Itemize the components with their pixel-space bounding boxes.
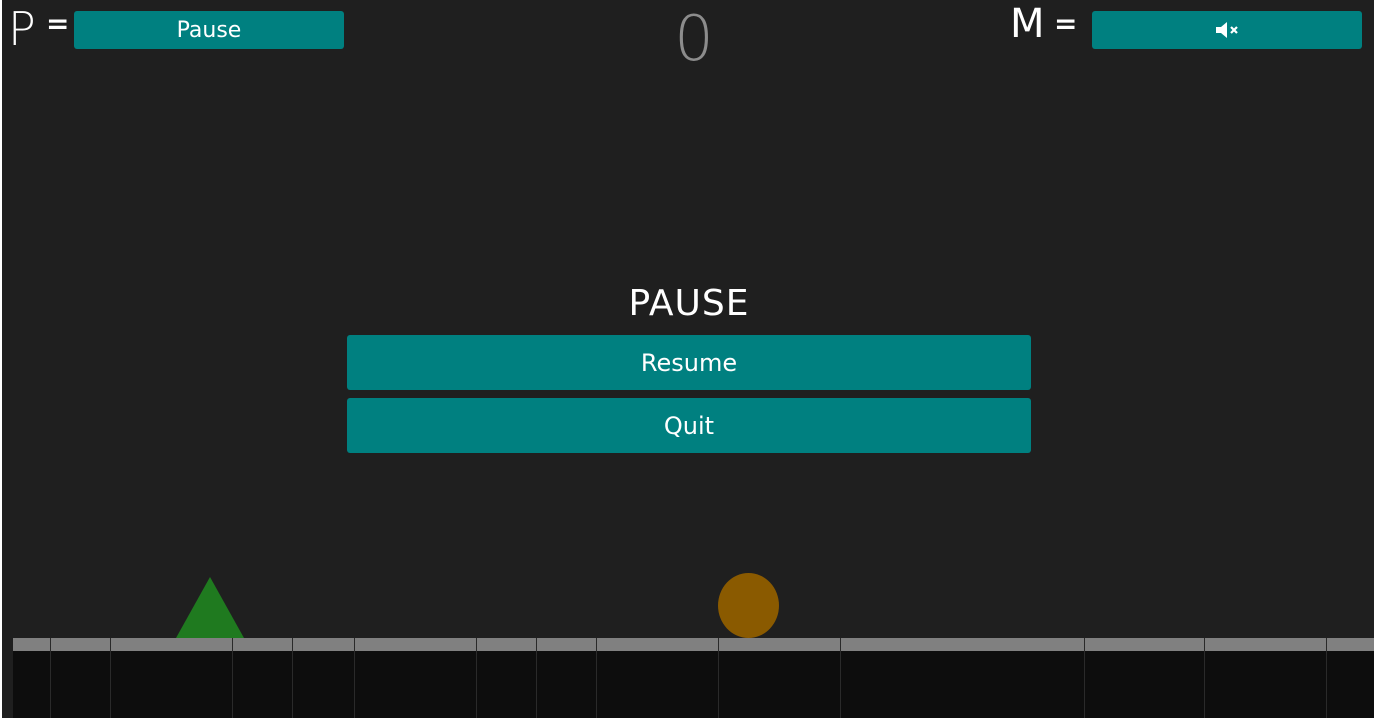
ground-seam [232,638,233,718]
ground-seam [1326,638,1327,718]
ground-seam [476,638,477,718]
ground-seam [354,638,355,718]
speaker-muted-icon [1216,22,1238,38]
ground-seam [1204,638,1205,718]
ground-seam [292,638,293,718]
obstacle-circle [718,573,779,638]
ground-seam [596,638,597,718]
ground-floor [13,638,1374,718]
quit-button[interactable]: Quit [347,398,1031,453]
ground-seam [718,638,719,718]
mute-key-equals: = [1054,7,1078,40]
pause-button[interactable]: Pause [74,11,344,49]
ground-seam [840,638,841,718]
ground-seam [536,638,537,718]
pause-menu-title: PAUSE [628,283,750,324]
ground-seam [110,638,111,718]
ground-base [13,651,1374,718]
pause-key-label: P [8,2,36,56]
player-triangle [176,577,244,638]
ground-seam [1084,638,1085,718]
resume-button[interactable]: Resume [347,335,1031,390]
ground-seam [50,638,51,718]
score-counter: 0 [674,2,714,75]
mute-button[interactable] [1092,11,1362,49]
mute-key-label: M [1010,1,1045,47]
game-canvas: P = Pause 0 M = PAUSE Resume Quit [2,0,1374,718]
ground-surface [13,638,1374,651]
pause-key-equals: = [46,7,70,40]
